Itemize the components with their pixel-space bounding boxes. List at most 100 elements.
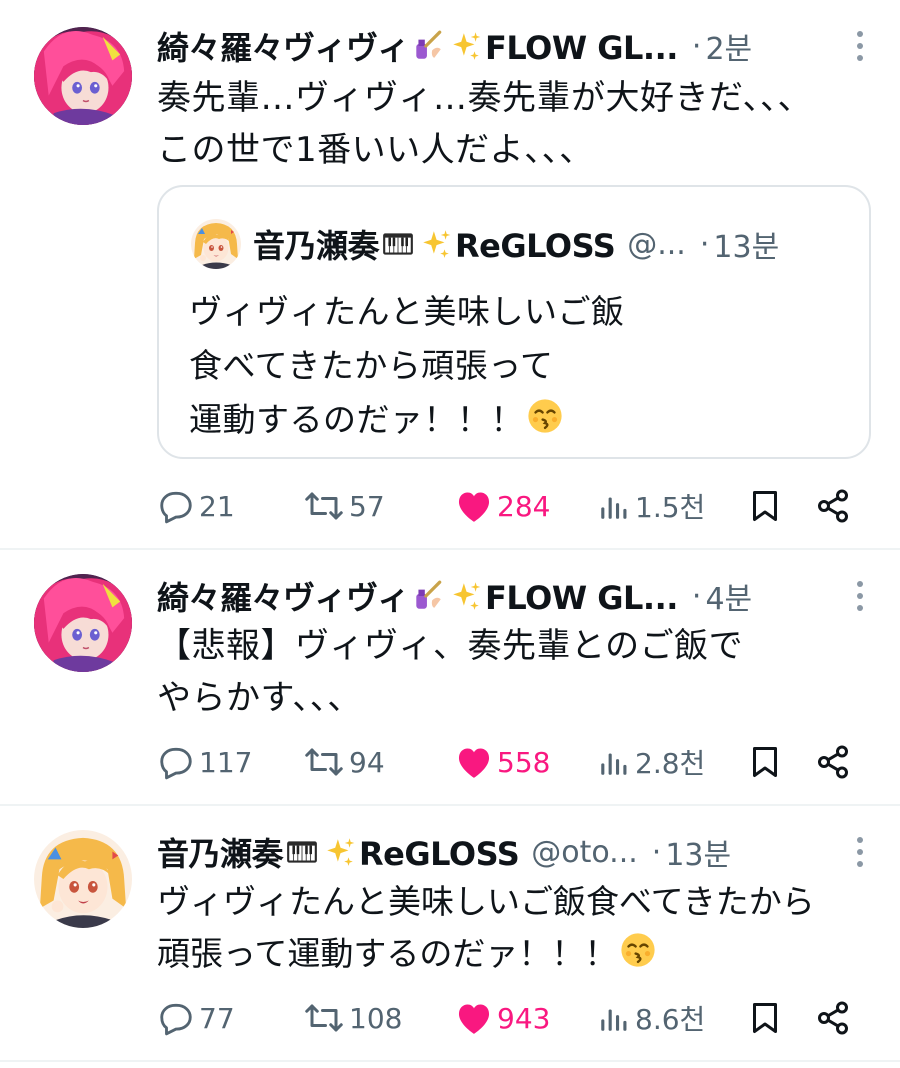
more-options-icon[interactable]: [850, 24, 870, 68]
reply-count: 77: [199, 1001, 235, 1035]
retweet-count: 108: [349, 1001, 403, 1035]
display-name-text: 音乃瀬奏: [157, 835, 284, 873]
reply-count: 21: [199, 489, 235, 523]
retweet-icon: [303, 1000, 345, 1036]
quoted-tweet[interactable]: 音乃瀬奏 ReGLOSS @... · 13분 ヴィヴィたんと美味しいご飯 食べて…: [157, 185, 871, 459]
views-button[interactable]: 1.5천: [597, 486, 705, 526]
avatar[interactable]: [34, 830, 132, 928]
reply-count: 117: [199, 745, 253, 779]
tweet-text: 奏先輩…ヴィヴィ…奏先輩が大好きだ、、、 この世で1番いい人だよ、、、: [157, 78, 812, 170]
bar-chart-icon: [597, 745, 631, 779]
piano-keys-emoji: [285, 835, 319, 869]
heart-icon: [455, 1000, 493, 1036]
quoted-handle: @...: [627, 226, 686, 262]
more-options-icon[interactable]: [850, 574, 870, 618]
views-button[interactable]: 2.8천: [597, 742, 705, 782]
tweet-header: 綺々羅々ヴィヴィ FLOW GL... · 2분: [157, 24, 870, 68]
display-name-suffix: ReGLOSS: [359, 835, 520, 873]
reply-button[interactable]: 117: [157, 742, 252, 782]
nail-polish-emoji: [411, 29, 445, 63]
speech-bubble-icon: [157, 743, 195, 781]
like-count: 558: [497, 745, 551, 779]
tweet-1[interactable]: 綺々羅々ヴィヴィ FLOW GL... · 2분 奏先輩…ヴィヴィ…奏先輩が大好き…: [0, 0, 900, 548]
separator-dot: ·: [699, 226, 710, 262]
quoted-name-suffix: ReGLOSS: [455, 227, 616, 265]
tweet-header: 音乃瀬奏 ReGLOSS @oto... · 13분: [157, 830, 870, 874]
like-button[interactable]: 284: [455, 486, 550, 526]
speech-bubble-icon: [157, 999, 195, 1037]
heart-icon: [455, 744, 493, 780]
share-button[interactable]: [815, 998, 851, 1038]
speech-bubble-icon: [157, 487, 195, 525]
vivi-avatar-image: [34, 574, 132, 672]
separator-dot: ·: [691, 28, 702, 64]
display-name-suffix: FLOW GL...: [485, 579, 678, 617]
tweet-text-line-1: ヴィヴィたんと美味しいご飯食べてきたから: [157, 882, 815, 921]
share-icon: [815, 1000, 851, 1036]
bookmark-icon: [747, 1000, 783, 1036]
nail-polish-emoji: [411, 579, 445, 613]
separator-dot: ·: [691, 578, 702, 614]
share-icon: [815, 744, 851, 780]
views-count: 1.5천: [635, 491, 706, 524]
display-name[interactable]: 音乃瀬奏 ReGLOSS: [157, 829, 519, 875]
display-name[interactable]: 綺々羅々ヴィヴィ FLOW GL...: [157, 23, 678, 69]
quoted-avatar: [191, 219, 241, 269]
piano-keys-emoji: [381, 227, 415, 261]
bookmark-button[interactable]: [747, 486, 783, 526]
kissing-face-emoji: [526, 397, 564, 435]
quoted-timestamp: 13분: [713, 230, 780, 265]
quoted-header: 音乃瀬奏 ReGLOSS @... · 13분: [253, 221, 839, 267]
reply-button[interactable]: 21: [157, 486, 235, 526]
reply-button[interactable]: 77: [157, 998, 235, 1038]
separator-dot: ·: [651, 834, 662, 870]
like-count: 943: [497, 1001, 551, 1035]
retweet-button[interactable]: 57: [303, 486, 385, 526]
bar-chart-icon: [597, 1001, 631, 1035]
tweet-text: 【悲報】ヴィヴィ、奏先輩とのご飯で やらかす、、、: [157, 626, 744, 718]
action-bar: 117 94 558 2.8천: [157, 742, 857, 782]
action-bar: 77 108 943 8.6천: [157, 998, 857, 1038]
display-name-text: 綺々羅々ヴィヴィ: [157, 29, 410, 67]
timestamp[interactable]: 2분: [705, 24, 752, 68]
bookmark-button[interactable]: [747, 998, 783, 1038]
retweet-count: 57: [349, 489, 385, 523]
like-button[interactable]: 558: [455, 742, 550, 782]
avatar[interactable]: [34, 27, 132, 125]
kanade-avatar-image: [34, 830, 132, 928]
share-button[interactable]: [815, 486, 851, 526]
tweet-header: 綺々羅々ヴィヴィ FLOW GL... · 4분: [157, 574, 870, 618]
user-handle[interactable]: @oto...: [531, 835, 638, 870]
retweet-icon: [303, 488, 345, 524]
display-name-suffix: FLOW GL...: [485, 29, 678, 67]
sparkles-emoji: [449, 29, 483, 63]
retweet-icon: [303, 744, 345, 780]
timestamp[interactable]: 4분: [705, 574, 752, 618]
tweet-3[interactable]: 音乃瀬奏 ReGLOSS @oto... · 13분 ヴィヴィたんと美味しいご飯食…: [0, 806, 900, 1060]
display-name-text: 綺々羅々ヴィヴィ: [157, 579, 410, 617]
avatar[interactable]: [34, 574, 132, 672]
bookmark-icon: [747, 744, 783, 780]
more-options-icon[interactable]: [850, 830, 870, 874]
like-button[interactable]: 943: [455, 998, 550, 1038]
heart-icon: [455, 488, 493, 524]
timestamp[interactable]: 13분: [665, 830, 731, 874]
retweet-button[interactable]: 108: [303, 998, 402, 1038]
views-count: 8.6천: [635, 1003, 706, 1036]
display-name[interactable]: 綺々羅々ヴィヴィ FLOW GL...: [157, 573, 678, 619]
bookmark-button[interactable]: [747, 742, 783, 782]
action-bar: 21 57 284 1.5천: [157, 486, 857, 526]
quoted-text: ヴィヴィたんと美味しいご飯 食べてきたから頑張って 運動するのだァ！！！: [189, 285, 849, 447]
kanade-avatar-image: [191, 219, 241, 269]
views-count: 2.8천: [635, 747, 706, 780]
sparkles-emoji: [449, 579, 483, 613]
retweet-count: 94: [349, 745, 385, 779]
divider: [0, 1060, 900, 1062]
retweet-button[interactable]: 94: [303, 742, 385, 782]
share-button[interactable]: [815, 742, 851, 782]
like-count: 284: [497, 489, 551, 523]
views-button[interactable]: 8.6천: [597, 998, 705, 1038]
bar-chart-icon: [597, 489, 631, 523]
tweet-2[interactable]: 綺々羅々ヴィヴィ FLOW GL... · 4분 【悲報】ヴィヴィ、奏先輩とのご飯…: [0, 550, 900, 804]
share-icon: [815, 488, 851, 524]
